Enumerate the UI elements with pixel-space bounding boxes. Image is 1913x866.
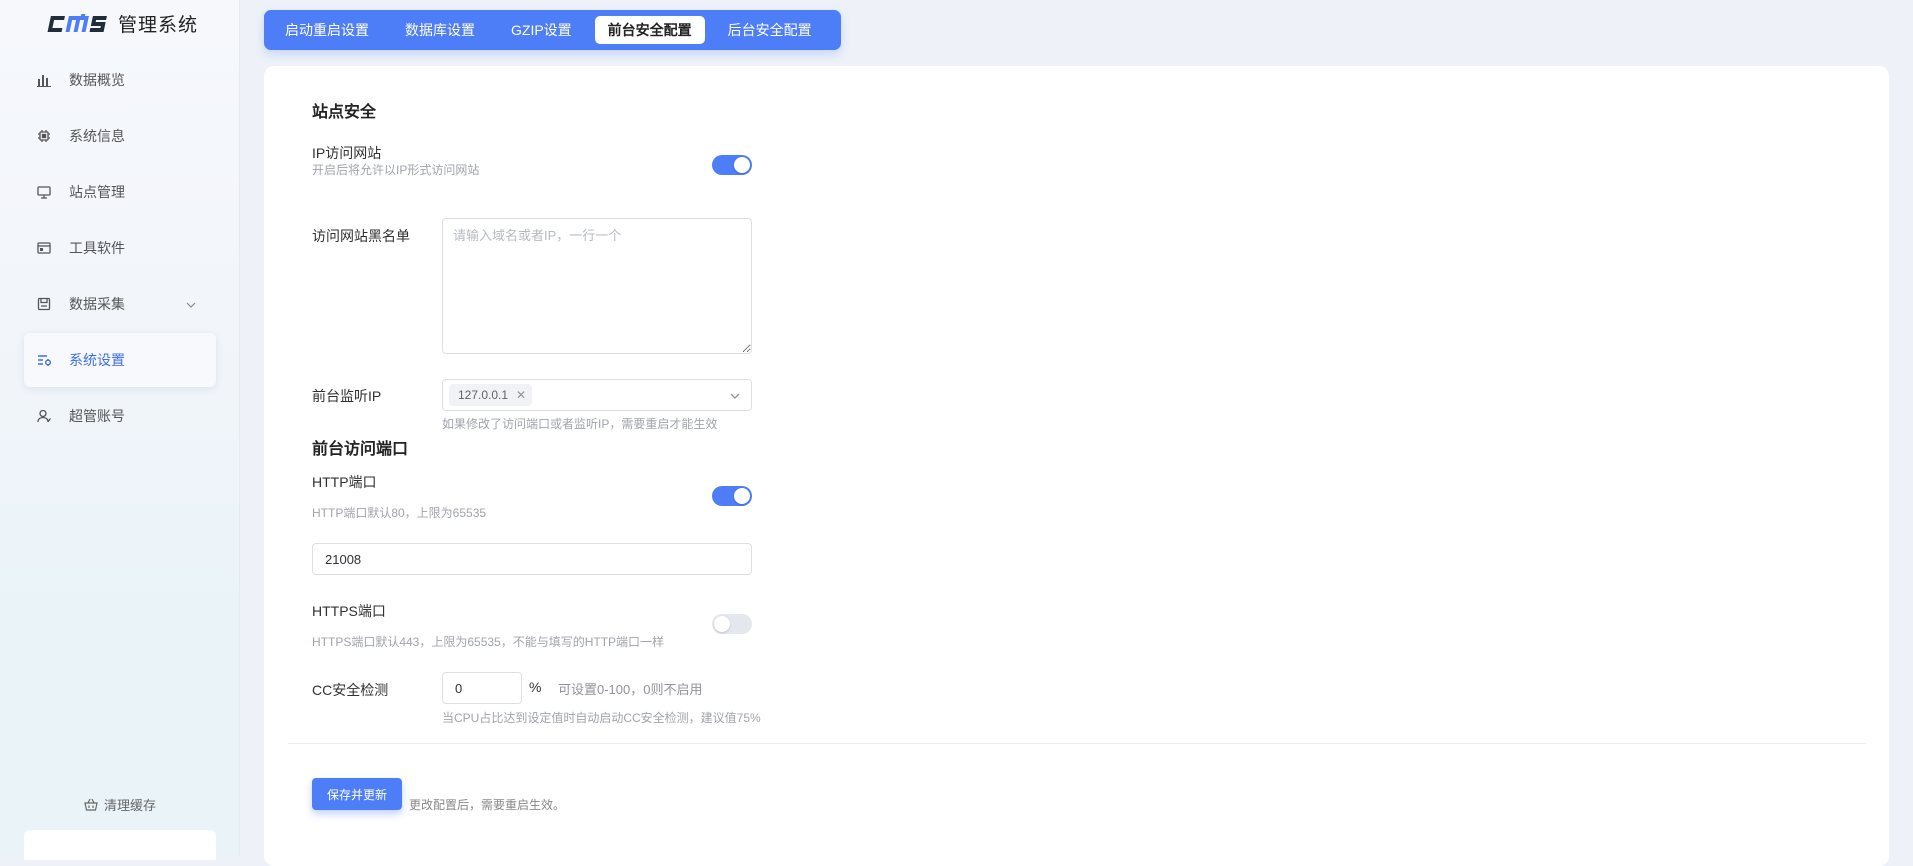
sidebar-bottom-panel xyxy=(24,830,216,860)
cms-logo-icon xyxy=(44,11,110,35)
clear-cache-label: 清理缓存 xyxy=(103,798,156,813)
toggle-knob xyxy=(734,488,750,504)
settings-list-icon xyxy=(36,352,52,368)
sidebar-item-label: 数据采集 xyxy=(69,296,125,312)
sidebar-item-label: 工具软件 xyxy=(69,240,125,256)
monitor-icon xyxy=(36,184,52,200)
cc-check-label: CC安全检测 xyxy=(312,682,389,698)
close-icon[interactable]: ✕ xyxy=(516,388,526,402)
ip-access-toggle[interactable] xyxy=(712,155,752,175)
tab-frontend-security[interactable]: 前台安全配置 xyxy=(594,16,705,44)
toggle-knob xyxy=(714,616,730,632)
chevron-down-icon xyxy=(186,297,196,313)
save-update-button[interactable]: 保存并更新 xyxy=(312,778,402,810)
cc-range-note: 可设置0-100，0则不启用 xyxy=(558,682,703,697)
save-disk-icon xyxy=(36,296,52,312)
ip-tag-text: 127.0.0.1 xyxy=(458,388,509,402)
sidebar-item-data-overview[interactable]: 数据概览 xyxy=(24,53,216,107)
listen-ip-label: 前台监听IP xyxy=(312,388,382,404)
sidebar-item-tools[interactable]: 工具软件 xyxy=(24,221,216,275)
https-port-hint: HTTPS端口默认443，上限为65535，不能与填写的HTTP端口一样 xyxy=(312,635,665,649)
sidebar-item-label: 数据概览 xyxy=(69,72,125,88)
site-security-title: 站点安全 xyxy=(312,104,377,121)
sidebar-item-system-settings[interactable]: 系统设置 xyxy=(24,333,216,387)
sidebar-item-admin-account[interactable]: 超管账号 xyxy=(24,389,216,443)
form-divider xyxy=(288,743,1866,744)
cc-hint: 当CPU占比达到设定值时自动启动CC安全检测，建议值75% xyxy=(442,711,761,725)
sidebar-item-label: 超管账号 xyxy=(69,408,125,424)
tab-backend-security[interactable]: 后台安全配置 xyxy=(715,16,825,44)
sidebar-item-system-info[interactable]: 系统信息 xyxy=(24,109,216,163)
http-port-input[interactable] xyxy=(312,543,752,575)
sidebar-item-data-collection[interactable]: 数据采集 xyxy=(24,277,216,331)
sidebar-nav: 数据概览 系统信息 站点管理 工具软件 数据采集 系统设置 超管账号 xyxy=(24,53,216,445)
user-icon xyxy=(36,408,52,424)
blacklist-textarea[interactable] xyxy=(442,218,752,354)
tab-gzip[interactable]: GZIP设置 xyxy=(498,16,585,44)
sidebar: 管理系统 数据概览 系统信息 站点管理 工具软件 数据采集 系统设置 超管账号 … xyxy=(0,0,240,860)
https-port-label: HTTPS端口 xyxy=(312,603,386,619)
clear-cache-button[interactable]: 清理缓存 xyxy=(0,795,240,814)
blacklist-label: 访问网站黑名单 xyxy=(312,228,410,244)
cpu-chip-icon xyxy=(36,128,52,144)
cc-threshold-input[interactable] xyxy=(442,672,522,704)
port-section-title: 前台访问端口 xyxy=(312,441,409,458)
window-icon xyxy=(36,240,52,256)
cc-unit: % xyxy=(529,679,542,695)
app-title: 管理系统 xyxy=(118,14,199,36)
save-note: 更改配置后，需要重启生效。 xyxy=(409,798,566,812)
listen-ip-select[interactable]: 127.0.0.1 ✕ xyxy=(442,379,752,411)
ip-access-label: IP访问网站 xyxy=(312,145,382,161)
settings-card: 站点安全 IP访问网站 开启后将允许以IP形式访问网站 访问网站黑名单 前台监听… xyxy=(264,66,1889,866)
https-port-toggle[interactable] xyxy=(712,614,752,634)
listen-ip-hint: 如果修改了访问端口或者监听IP，需要重启才能生效 xyxy=(442,417,718,431)
settings-tabs: 启动重启设置 数据库设置 GZIP设置 前台安全配置 后台安全配置 xyxy=(264,10,841,50)
http-port-hint: HTTP端口默认80，上限为65535 xyxy=(312,506,487,520)
ip-tag: 127.0.0.1 ✕ xyxy=(449,384,533,406)
http-port-label: HTTP端口 xyxy=(312,474,377,490)
sidebar-item-label: 系统设置 xyxy=(69,352,125,368)
chevron-down-icon xyxy=(729,389,741,407)
basket-icon xyxy=(84,798,98,811)
tab-startup-restart[interactable]: 启动重启设置 xyxy=(272,16,382,44)
app-logo[interactable]: 管理系统 xyxy=(44,6,198,40)
sidebar-item-label: 系统信息 xyxy=(69,128,125,144)
toggle-knob xyxy=(734,157,750,173)
http-port-toggle[interactable] xyxy=(712,486,752,506)
tab-database[interactable]: 数据库设置 xyxy=(392,16,488,44)
sidebar-item-site-management[interactable]: 站点管理 xyxy=(24,165,216,219)
sidebar-item-label: 站点管理 xyxy=(69,184,125,200)
bar-chart-icon xyxy=(36,72,52,88)
ip-access-hint: 开启后将允许以IP形式访问网站 xyxy=(312,163,480,177)
